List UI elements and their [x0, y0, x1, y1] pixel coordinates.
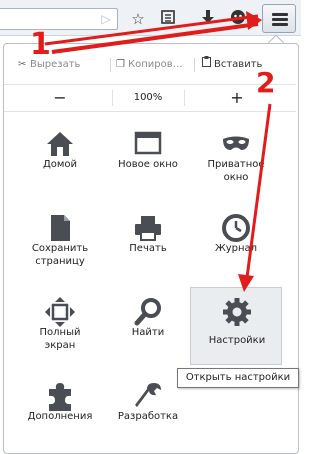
divider	[112, 90, 113, 106]
tile-label: Журнал	[214, 243, 258, 254]
tile-label: Найти	[131, 327, 165, 338]
annotation-step-1: 1	[30, 27, 51, 62]
tile-label: Настройки	[208, 335, 266, 346]
settings-gear-icon	[221, 296, 253, 328]
clipboard-icon	[202, 50, 214, 80]
zoom-reset-button[interactable]: 100%	[116, 85, 180, 111]
zoom-out-button[interactable]: −	[40, 85, 80, 111]
divider	[194, 58, 195, 72]
copy-button[interactable]: ❐ Копиров…	[116, 50, 183, 80]
tile-label: Полный экран	[39, 327, 81, 351]
private-mask-icon	[220, 128, 252, 160]
scissors-icon: ✂	[18, 59, 27, 70]
copy-label: Копиров…	[128, 59, 183, 70]
hamburger-icon-bar	[272, 18, 288, 21]
fullscreen-button[interactable]: Полный экран	[14, 290, 106, 362]
tile-label: Дополнения	[27, 411, 93, 422]
settings-button[interactable]: Настройки	[190, 287, 282, 365]
addons-puzzle-icon	[44, 380, 76, 412]
find-button[interactable]: Найти	[102, 290, 194, 362]
history-clock-icon	[220, 212, 252, 244]
private-window-button[interactable]: Приватное окно	[190, 122, 282, 194]
download-icon[interactable]	[198, 9, 218, 29]
tile-label: Печать	[129, 243, 167, 254]
reading-list-icon[interactable]	[158, 9, 178, 29]
arrow-right-icon[interactable]: ▷	[99, 11, 113, 27]
zoom-controls: − 100% +	[4, 84, 296, 112]
new-window-icon	[132, 128, 164, 160]
tile-label: Сохранить страницу	[31, 243, 89, 267]
hamburger-icon	[272, 13, 288, 16]
copy-icon: ❐	[116, 59, 125, 70]
print-button[interactable]: Печать	[102, 206, 194, 278]
developer-wrench-icon	[132, 380, 164, 412]
tile-label: Приватное окно	[207, 159, 265, 183]
tile-label: Домой	[42, 159, 78, 170]
divider	[184, 90, 185, 106]
home-button[interactable]: Домой	[14, 122, 106, 194]
url-bar[interactable]: ▷	[0, 8, 118, 30]
annotation-step-2: 2	[256, 66, 276, 99]
open-menu-button[interactable]	[262, 4, 296, 33]
history-button[interactable]: Журнал	[190, 206, 282, 278]
save-page-icon	[44, 212, 76, 244]
avatar-icon[interactable]	[228, 9, 248, 29]
tile-label: Разработка	[117, 411, 179, 422]
addons-button[interactable]: Дополнения	[14, 374, 106, 446]
zoom-in-button[interactable]: +	[217, 85, 257, 111]
fullscreen-icon	[44, 296, 76, 328]
search-icon	[132, 296, 164, 328]
hamburger-icon-bar	[272, 23, 288, 26]
paste-button[interactable]: Вставить	[202, 50, 262, 80]
tile-label: Новое окно	[118, 159, 178, 170]
star-icon[interactable]: ☆	[128, 9, 148, 29]
new-window-button[interactable]: Новое окно	[102, 122, 194, 194]
save-page-button[interactable]: Сохранить страницу	[14, 206, 106, 278]
settings-tooltip: Открыть настройки	[177, 368, 299, 388]
home-icon	[44, 128, 76, 160]
divider	[110, 58, 111, 72]
print-icon	[132, 212, 164, 244]
